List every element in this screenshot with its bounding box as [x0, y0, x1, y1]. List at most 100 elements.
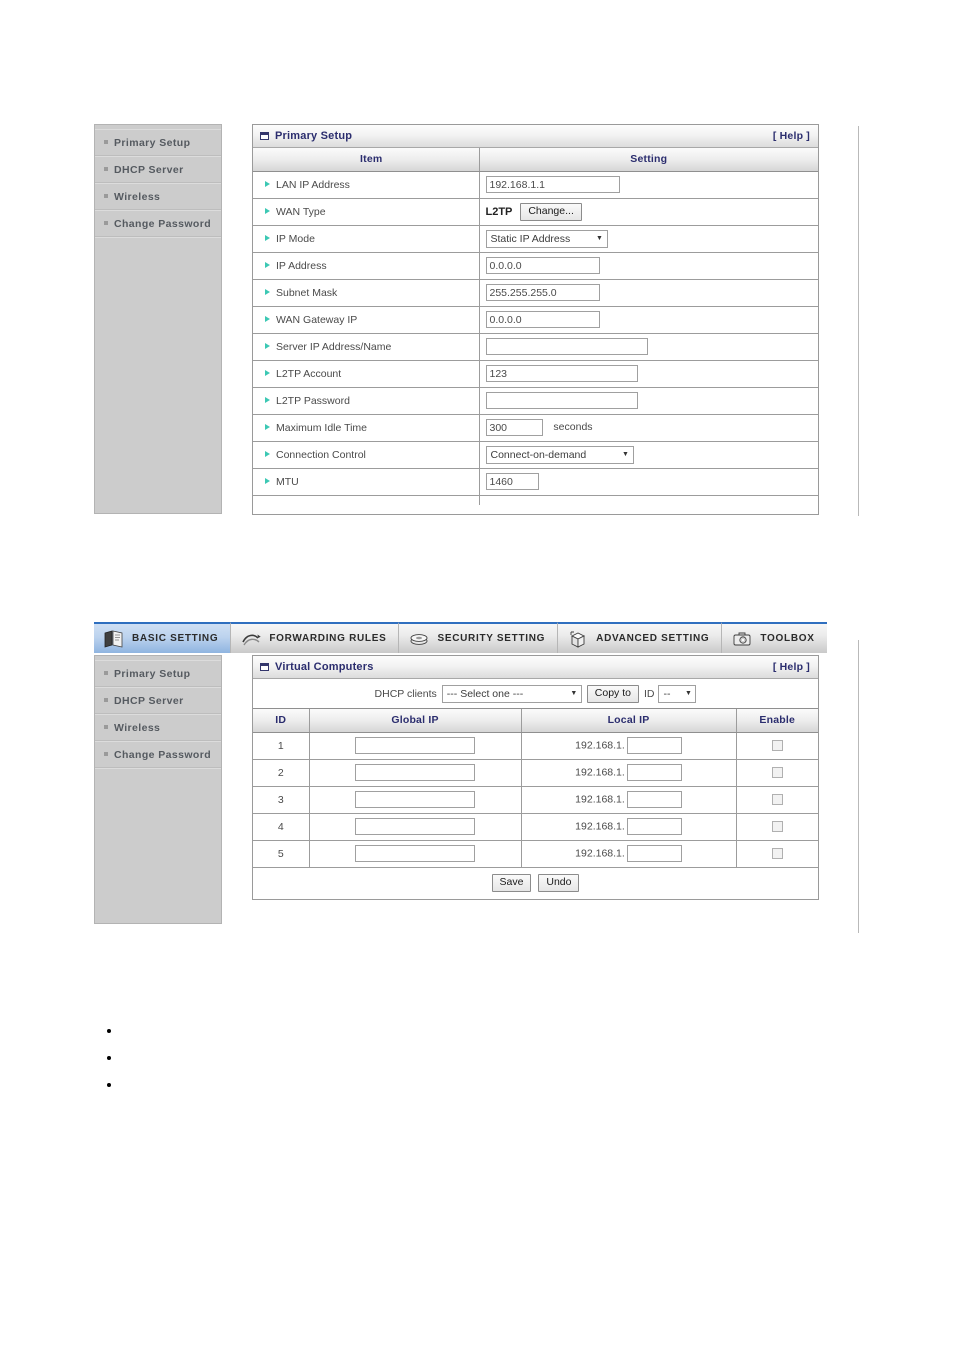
tab-label: TOOLBOX: [760, 633, 815, 644]
main-tab-bar: BASIC SETTING FORWARDING RULES SECURITY …: [94, 622, 827, 653]
global-ip-input[interactable]: [355, 791, 475, 808]
local-ip-input[interactable]: [626, 818, 682, 835]
sidebar-item-label: Wireless: [114, 722, 161, 734]
chevron-down-icon: [681, 686, 695, 702]
table-row: 2 192.168.1.: [253, 759, 818, 787]
table-row: IP Mode Static IP Address: [253, 225, 818, 253]
minimize-icon[interactable]: [260, 663, 269, 671]
dhcp-clients-select[interactable]: --- Select one ---: [441, 684, 582, 703]
label-text: Subnet Mask: [276, 286, 338, 299]
row-local-ip: 192.168.1.: [521, 732, 737, 760]
minimize-icon[interactable]: [260, 132, 269, 140]
table-row: WAN Type L2TP Change...: [253, 198, 818, 226]
id-label: ID: [643, 687, 655, 700]
shield-icon: [411, 633, 428, 645]
sidebar-item-dhcp-server[interactable]: DHCP Server: [95, 687, 221, 714]
change-wan-type-button[interactable]: Change...: [520, 202, 582, 221]
sidebar-item-dhcp-server[interactable]: DHCP Server: [95, 156, 221, 183]
arrow-icon: [265, 450, 270, 457]
label-text: IP Address: [276, 259, 327, 272]
row-label-ip-address: IP Address: [253, 252, 480, 280]
undo-button[interactable]: Undo: [538, 874, 580, 893]
wan-gateway-ip-input[interactable]: 0.0.0.0: [485, 311, 600, 328]
table-row-clipped: [253, 495, 818, 505]
ip-mode-select[interactable]: Static IP Address: [485, 229, 608, 248]
row-label-connection-control: Connection Control: [253, 441, 480, 469]
row-global-ip: [309, 813, 522, 841]
local-ip-input[interactable]: [626, 737, 682, 754]
row-local-ip: 192.168.1.: [521, 813, 737, 841]
subnet-mask-input[interactable]: 255.255.255.0: [485, 284, 600, 301]
table-row: 3 192.168.1.: [253, 786, 818, 814]
row-value: 123: [479, 360, 818, 388]
mtu-input[interactable]: 1460: [485, 473, 539, 490]
local-ip-prefix: 192.168.1.: [575, 820, 625, 833]
l2tp-account-input[interactable]: 123: [485, 365, 638, 382]
arrow-icon: [265, 477, 270, 484]
row-local-ip: 192.168.1.: [521, 786, 737, 814]
global-ip-input[interactable]: [355, 737, 475, 754]
sidebar-filler: [95, 768, 221, 927]
arrow-icon: [265, 234, 270, 241]
arrow-icon: [265, 342, 270, 349]
copy-to-button[interactable]: Copy to: [586, 684, 639, 703]
sidebar-item-change-password[interactable]: Change Password: [95, 210, 221, 237]
sidebar-item-primary-setup[interactable]: Primary Setup: [95, 660, 221, 687]
label-text: IP Mode: [276, 232, 315, 245]
row-enable: [736, 786, 818, 814]
table-row: MTU 1460: [253, 468, 818, 496]
row-label-wan-type: WAN Type: [253, 198, 480, 226]
global-ip-input[interactable]: [355, 764, 475, 781]
row-enable: [736, 759, 818, 787]
global-ip-input[interactable]: [355, 818, 475, 835]
arrow-icon: [265, 396, 270, 403]
tab-label: BASIC SETTING: [132, 633, 219, 644]
label-text: WAN Gateway IP: [276, 313, 358, 326]
local-ip-input[interactable]: [626, 845, 682, 862]
global-ip-input[interactable]: [355, 845, 475, 862]
arrow-icon: [265, 423, 270, 430]
document-page: Primary Setup DHCP Server Wireless Chang…: [0, 0, 954, 1350]
tab-toolbox[interactable]: TOOLBOX: [722, 622, 827, 653]
ip-mode-value: Static IP Address: [490, 232, 571, 245]
help-link[interactable]: [ Help ]: [773, 656, 810, 679]
panel-virtual-computers: Virtual Computers [ Help ] DHCP clients …: [252, 655, 819, 900]
tab-forwarding-rules[interactable]: FORWARDING RULES: [231, 622, 400, 653]
local-ip-input[interactable]: [626, 791, 682, 808]
row-value: [479, 387, 818, 415]
row-label-maximum-idle-time: Maximum Idle Time: [253, 414, 480, 442]
row-local-ip: 192.168.1.: [521, 840, 737, 868]
id-select[interactable]: --: [658, 684, 697, 703]
enable-checkbox[interactable]: [771, 848, 783, 860]
help-link[interactable]: [ Help ]: [773, 125, 810, 148]
enable-checkbox[interactable]: [771, 767, 783, 779]
local-ip-input[interactable]: [626, 764, 682, 781]
lan-ip-address-input[interactable]: 192.168.1.1: [485, 176, 620, 193]
row-value: 0.0.0.0: [479, 252, 818, 280]
seconds-unit-label: seconds: [553, 421, 593, 434]
sidebar-item-change-password[interactable]: Change Password: [95, 741, 221, 768]
tab-security-setting[interactable]: SECURITY SETTING: [399, 622, 559, 653]
save-button[interactable]: Save: [491, 874, 532, 893]
sidebar-item-wireless[interactable]: Wireless: [95, 714, 221, 741]
row-global-ip: [309, 840, 522, 868]
table-row: L2TP Account 123: [253, 360, 818, 388]
virtual-computers-table: ID Global IP Local IP Enable 1 192.168.1…: [253, 709, 818, 899]
maximum-idle-time-input[interactable]: 300: [485, 419, 543, 436]
row-value: L2TP Change...: [479, 198, 818, 226]
enable-checkbox[interactable]: [771, 740, 783, 752]
local-ip-prefix: 192.168.1.: [575, 739, 625, 752]
ip-address-input[interactable]: 0.0.0.0: [485, 257, 600, 274]
l2tp-password-input[interactable]: [485, 392, 638, 409]
sidebar-filler: [95, 237, 221, 517]
tab-advanced-setting[interactable]: ADVANCED SETTING: [558, 622, 723, 653]
server-ip-address-name-input[interactable]: [485, 338, 648, 355]
tab-basic-setting[interactable]: BASIC SETTING: [94, 622, 232, 653]
dhcp-clients-label: DHCP clients: [374, 687, 437, 700]
sidebar-item-wireless[interactable]: Wireless: [95, 183, 221, 210]
connection-control-select[interactable]: Connect-on-demand: [485, 445, 634, 464]
sidebar-item-primary-setup[interactable]: Primary Setup: [95, 129, 221, 156]
enable-checkbox[interactable]: [771, 794, 783, 806]
column-header-enable: Enable: [736, 709, 818, 733]
enable-checkbox[interactable]: [771, 821, 783, 833]
